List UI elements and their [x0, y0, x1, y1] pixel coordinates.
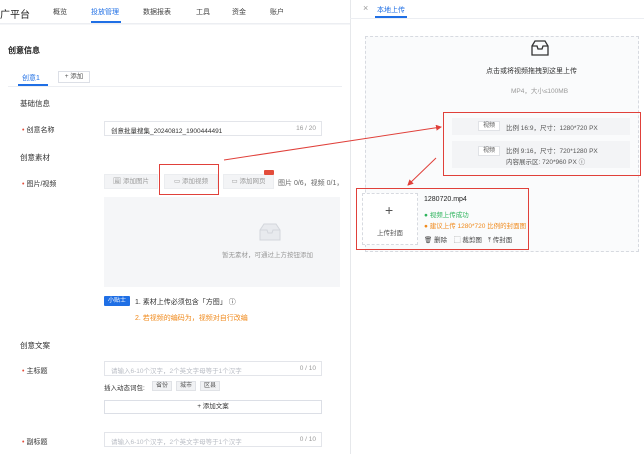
annotation-arrows	[223, 124, 442, 186]
arrow-to-uploaded-file	[407, 157, 437, 186]
arrow-to-specs	[223, 124, 442, 161]
